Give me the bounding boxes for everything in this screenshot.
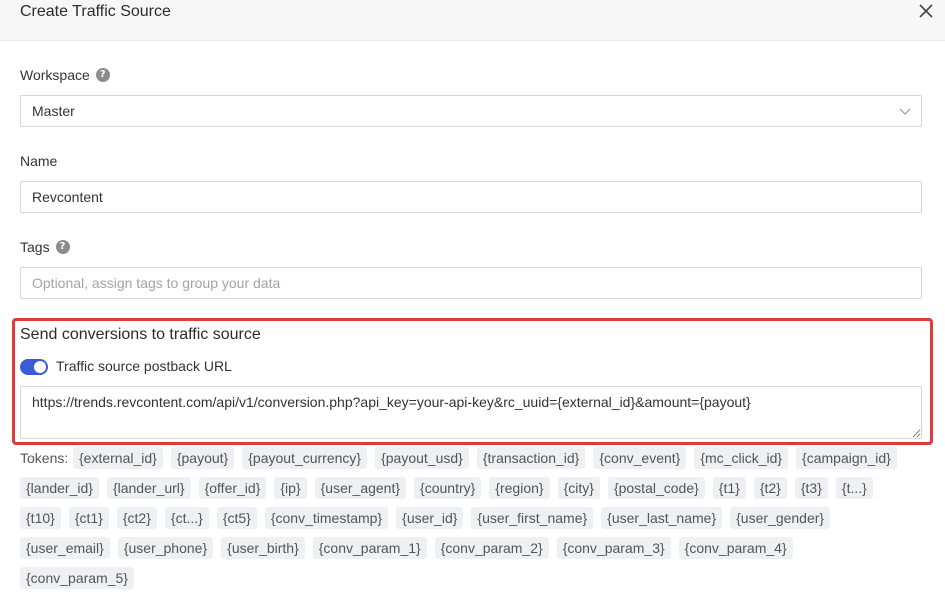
token-chip[interactable]: {region} <box>489 477 550 499</box>
token-chip[interactable]: {ct1} <box>68 507 109 529</box>
token-chip[interactable]: {user_id} <box>396 507 464 529</box>
token-chip[interactable]: {external_id} <box>73 447 163 469</box>
workspace-select[interactable]: Master <box>20 95 922 127</box>
name-label-text: Name <box>20 153 58 169</box>
token-chip[interactable]: {offer_id} <box>198 477 267 499</box>
token-chip[interactable]: {user_birth} <box>221 537 305 559</box>
token-chip[interactable]: {lander_id} <box>20 477 99 499</box>
token-chip[interactable]: {country} <box>414 477 482 499</box>
token-chip[interactable]: {conv_timestamp} <box>264 507 389 529</box>
token-chip[interactable]: {user_first_name} <box>471 507 594 529</box>
name-label: Name <box>20 153 57 169</box>
workspace-label-text: Workspace <box>20 67 90 83</box>
workspace-select-value: Master <box>32 103 75 119</box>
toggle-knob <box>34 361 46 373</box>
token-chip[interactable]: {conv_param_4} <box>678 537 793 559</box>
dialog-header: Create Traffic Source <box>0 0 945 41</box>
postback-toggle[interactable] <box>20 359 48 375</box>
close-icon[interactable] <box>917 2 935 20</box>
workspace-label: Workspace ? <box>20 67 110 83</box>
token-chip[interactable]: {t2} <box>753 477 787 499</box>
token-chip[interactable]: {conv_param_3} <box>556 537 671 559</box>
token-chip[interactable]: {t...} <box>835 477 873 499</box>
token-chip[interactable]: {postal_code} <box>607 477 705 499</box>
token-chip[interactable]: {t3} <box>794 477 828 499</box>
token-chip[interactable]: {user_gender} <box>730 507 831 529</box>
token-chip[interactable]: {conv_param_5} <box>20 567 134 589</box>
token-chip[interactable]: {payout_usd} <box>375 447 469 469</box>
token-chip[interactable]: {mc_click_id} <box>694 447 789 469</box>
tags-input[interactable] <box>20 267 922 299</box>
help-icon[interactable]: ? <box>55 240 70 254</box>
token-chip[interactable]: {conv_event} <box>593 447 687 469</box>
section-title: Send conversions to traffic source <box>20 326 261 343</box>
token-chip[interactable]: {user_email} <box>20 537 110 559</box>
token-chip[interactable]: {t10} <box>20 507 61 529</box>
tokens-label: Tokens: <box>20 450 69 466</box>
chevron-down-icon <box>899 108 911 115</box>
token-chip[interactable]: {campaign_id} <box>796 447 897 469</box>
tags-label: Tags ? <box>20 239 70 255</box>
token-chip[interactable]: {ct5} <box>216 507 257 529</box>
name-input[interactable] <box>20 181 922 213</box>
help-icon[interactable]: ? <box>95 68 110 82</box>
token-chip[interactable]: {user_phone} <box>117 537 214 559</box>
tags-label-text: Tags <box>20 239 50 255</box>
token-chip[interactable]: {conv_param_2} <box>434 537 549 559</box>
token-chip[interactable]: {transaction_id} <box>476 447 586 469</box>
token-chip[interactable]: {t1} <box>712 477 746 499</box>
token-chip[interactable]: {payout_currency} <box>242 447 368 469</box>
postback-url-textarea[interactable]: https://trends.revcontent.com/api/v1/con… <box>20 386 922 439</box>
token-chip[interactable]: {ct2} <box>116 507 157 529</box>
token-chip[interactable]: {payout} <box>170 447 235 469</box>
token-chip[interactable]: {user_agent} <box>314 477 407 499</box>
dialog-title: Create Traffic Source <box>20 3 171 20</box>
token-chip[interactable]: {ip} <box>274 477 307 499</box>
token-chip[interactable]: {ct...} <box>164 507 209 529</box>
postback-toggle-label: Traffic source postback URL <box>56 358 232 374</box>
token-chip[interactable]: {lander_url} <box>106 477 191 499</box>
token-chip[interactable]: {city} <box>557 477 600 499</box>
token-chip[interactable]: {conv_param_1} <box>312 537 427 559</box>
token-chip[interactable]: {user_last_name} <box>601 507 723 529</box>
